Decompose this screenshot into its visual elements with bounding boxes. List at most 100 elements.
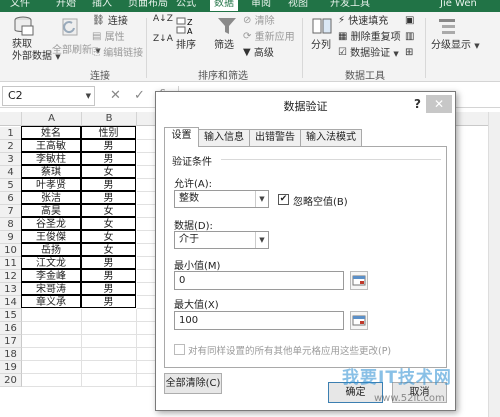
table-cell[interactable]: 男: [81, 282, 136, 295]
user-name[interactable]: Jie Wen: [440, 0, 477, 11]
remove-duplicates-button[interactable]: ▦ 删除重复项: [338, 31, 401, 44]
table-cell[interactable]: 叶孝贤: [21, 178, 81, 191]
tab-review[interactable]: 审阅: [251, 0, 271, 11]
tab-view[interactable]: 视图: [288, 0, 308, 11]
table-cell[interactable]: [82, 322, 137, 335]
data-validation-button[interactable]: ☑ 数据验证 ▼: [338, 47, 399, 60]
row-header[interactable]: 17: [0, 335, 22, 348]
tab-file[interactable]: 文件: [10, 0, 30, 11]
row-header[interactable]: 8: [0, 218, 22, 231]
close-button[interactable]: ✕: [426, 95, 452, 113]
table-cell[interactable]: 蔡琪: [21, 165, 81, 178]
tab-formulas[interactable]: 公式: [176, 0, 196, 11]
table-cell[interactable]: 男: [81, 295, 136, 308]
row-header[interactable]: 14: [0, 296, 22, 309]
row-header[interactable]: 20: [0, 374, 22, 387]
ok-button[interactable]: 确定: [328, 382, 383, 403]
range-select-icon[interactable]: [350, 311, 368, 330]
row-header[interactable]: 19: [0, 361, 22, 374]
table-cell[interactable]: 王俊傑: [21, 230, 81, 243]
tab-data[interactable]: 数据: [210, 0, 238, 11]
row-header[interactable]: 7: [0, 205, 22, 218]
tab-settings[interactable]: 设置: [164, 127, 199, 147]
sort-az-button[interactable]: A↓Z: [153, 15, 173, 24]
properties-button[interactable]: ▤ 属性: [92, 31, 125, 44]
row-header[interactable]: 13: [0, 283, 22, 296]
apply-to-all-checkbox[interactable]: [174, 344, 185, 355]
select-all-corner[interactable]: [0, 112, 22, 126]
what-if-button[interactable]: ▥: [405, 31, 414, 43]
row-header[interactable]: 9: [0, 231, 22, 244]
table-cell[interactable]: 女: [81, 243, 136, 256]
vertical-scrollbar[interactable]: [488, 112, 500, 417]
tab-insert[interactable]: 插入: [92, 0, 112, 11]
row-header[interactable]: 10: [0, 244, 22, 257]
cancel-icon[interactable]: ✕: [110, 88, 121, 103]
table-cell[interactable]: 男: [81, 256, 136, 269]
table-cell[interactable]: 男: [81, 178, 136, 191]
tab-home[interactable]: 开始: [56, 0, 76, 11]
column-header-a[interactable]: A: [22, 112, 82, 126]
table-cell[interactable]: [22, 335, 82, 348]
row-header[interactable]: 6: [0, 192, 22, 205]
row-header[interactable]: 5: [0, 179, 22, 192]
table-cell[interactable]: [82, 361, 137, 374]
table-cell[interactable]: 男: [81, 269, 136, 282]
filter-button[interactable]: 筛选: [214, 40, 234, 52]
table-cell[interactable]: 女: [81, 165, 136, 178]
table-cell[interactable]: 张洁: [21, 191, 81, 204]
table-cell[interactable]: 李敏柱: [21, 152, 81, 165]
table-cell[interactable]: [82, 335, 137, 348]
table-cell[interactable]: 女: [81, 217, 136, 230]
relationships-button[interactable]: ⊞: [405, 47, 413, 59]
row-header[interactable]: 16: [0, 322, 22, 335]
cancel-button[interactable]: 取消: [392, 382, 447, 403]
clear-button[interactable]: ⊘ 清除: [243, 15, 275, 28]
connections-button[interactable]: ⛓ 连接: [92, 15, 128, 28]
table-cell[interactable]: 谷圣龙: [21, 217, 81, 230]
outline-button[interactable]: 分级显示 ▼: [431, 40, 480, 52]
advanced-button[interactable]: ▼ 高级: [243, 47, 274, 60]
edit-links-button[interactable]: ⎘ 编辑链接: [92, 47, 143, 60]
tab-ime-mode[interactable]: 输入法模式: [300, 129, 362, 146]
minimum-input[interactable]: 0: [174, 271, 344, 290]
row-header[interactable]: 18: [0, 348, 22, 361]
data-select[interactable]: 介于 ▼: [174, 231, 269, 249]
table-cell[interactable]: 性别: [81, 126, 136, 139]
table-cell[interactable]: 李金峰: [21, 269, 81, 282]
table-cell[interactable]: 江文龙: [21, 256, 81, 269]
table-cell[interactable]: 章义承: [21, 295, 81, 308]
table-cell[interactable]: [22, 309, 82, 322]
table-cell[interactable]: [22, 374, 82, 387]
sort-button[interactable]: 排序: [176, 40, 196, 52]
row-header[interactable]: 11: [0, 257, 22, 270]
allow-select[interactable]: 整数 ▼: [174, 190, 269, 208]
ignore-blank-label[interactable]: 忽略空值(B): [293, 193, 348, 208]
table-cell[interactable]: 男: [81, 191, 136, 204]
row-header[interactable]: 4: [0, 166, 22, 179]
table-cell[interactable]: 男: [81, 152, 136, 165]
table-cell[interactable]: [82, 374, 137, 387]
table-cell[interactable]: 男: [81, 139, 136, 152]
reapply-button[interactable]: ⟳ 重新应用: [243, 31, 295, 44]
table-cell[interactable]: 女: [81, 230, 136, 243]
flash-fill-button[interactable]: ⚡ 快速填充: [338, 15, 388, 28]
sort-za-button[interactable]: Z↓A: [153, 35, 173, 44]
row-header[interactable]: 3: [0, 153, 22, 166]
name-box[interactable]: C2 ▼: [2, 86, 95, 106]
table-cell[interactable]: 宋哥涛: [21, 282, 81, 295]
table-cell[interactable]: [22, 348, 82, 361]
table-cell[interactable]: [22, 361, 82, 374]
table-cell[interactable]: 高昊: [21, 204, 81, 217]
enter-icon[interactable]: ✓: [134, 88, 145, 103]
tab-page-layout[interactable]: 页面布局: [128, 0, 168, 11]
ignore-blank-checkbox[interactable]: ✔: [278, 194, 289, 205]
tab-input-message[interactable]: 输入信息: [198, 129, 250, 146]
table-cell[interactable]: 女: [81, 204, 136, 217]
range-select-icon[interactable]: [350, 271, 368, 290]
help-icon[interactable]: ?: [414, 97, 421, 111]
row-header[interactable]: 1: [0, 127, 22, 140]
table-cell[interactable]: 姓名: [21, 126, 81, 139]
row-header[interactable]: 2: [0, 140, 22, 153]
clear-all-button[interactable]: 全部清除(C): [164, 373, 222, 394]
